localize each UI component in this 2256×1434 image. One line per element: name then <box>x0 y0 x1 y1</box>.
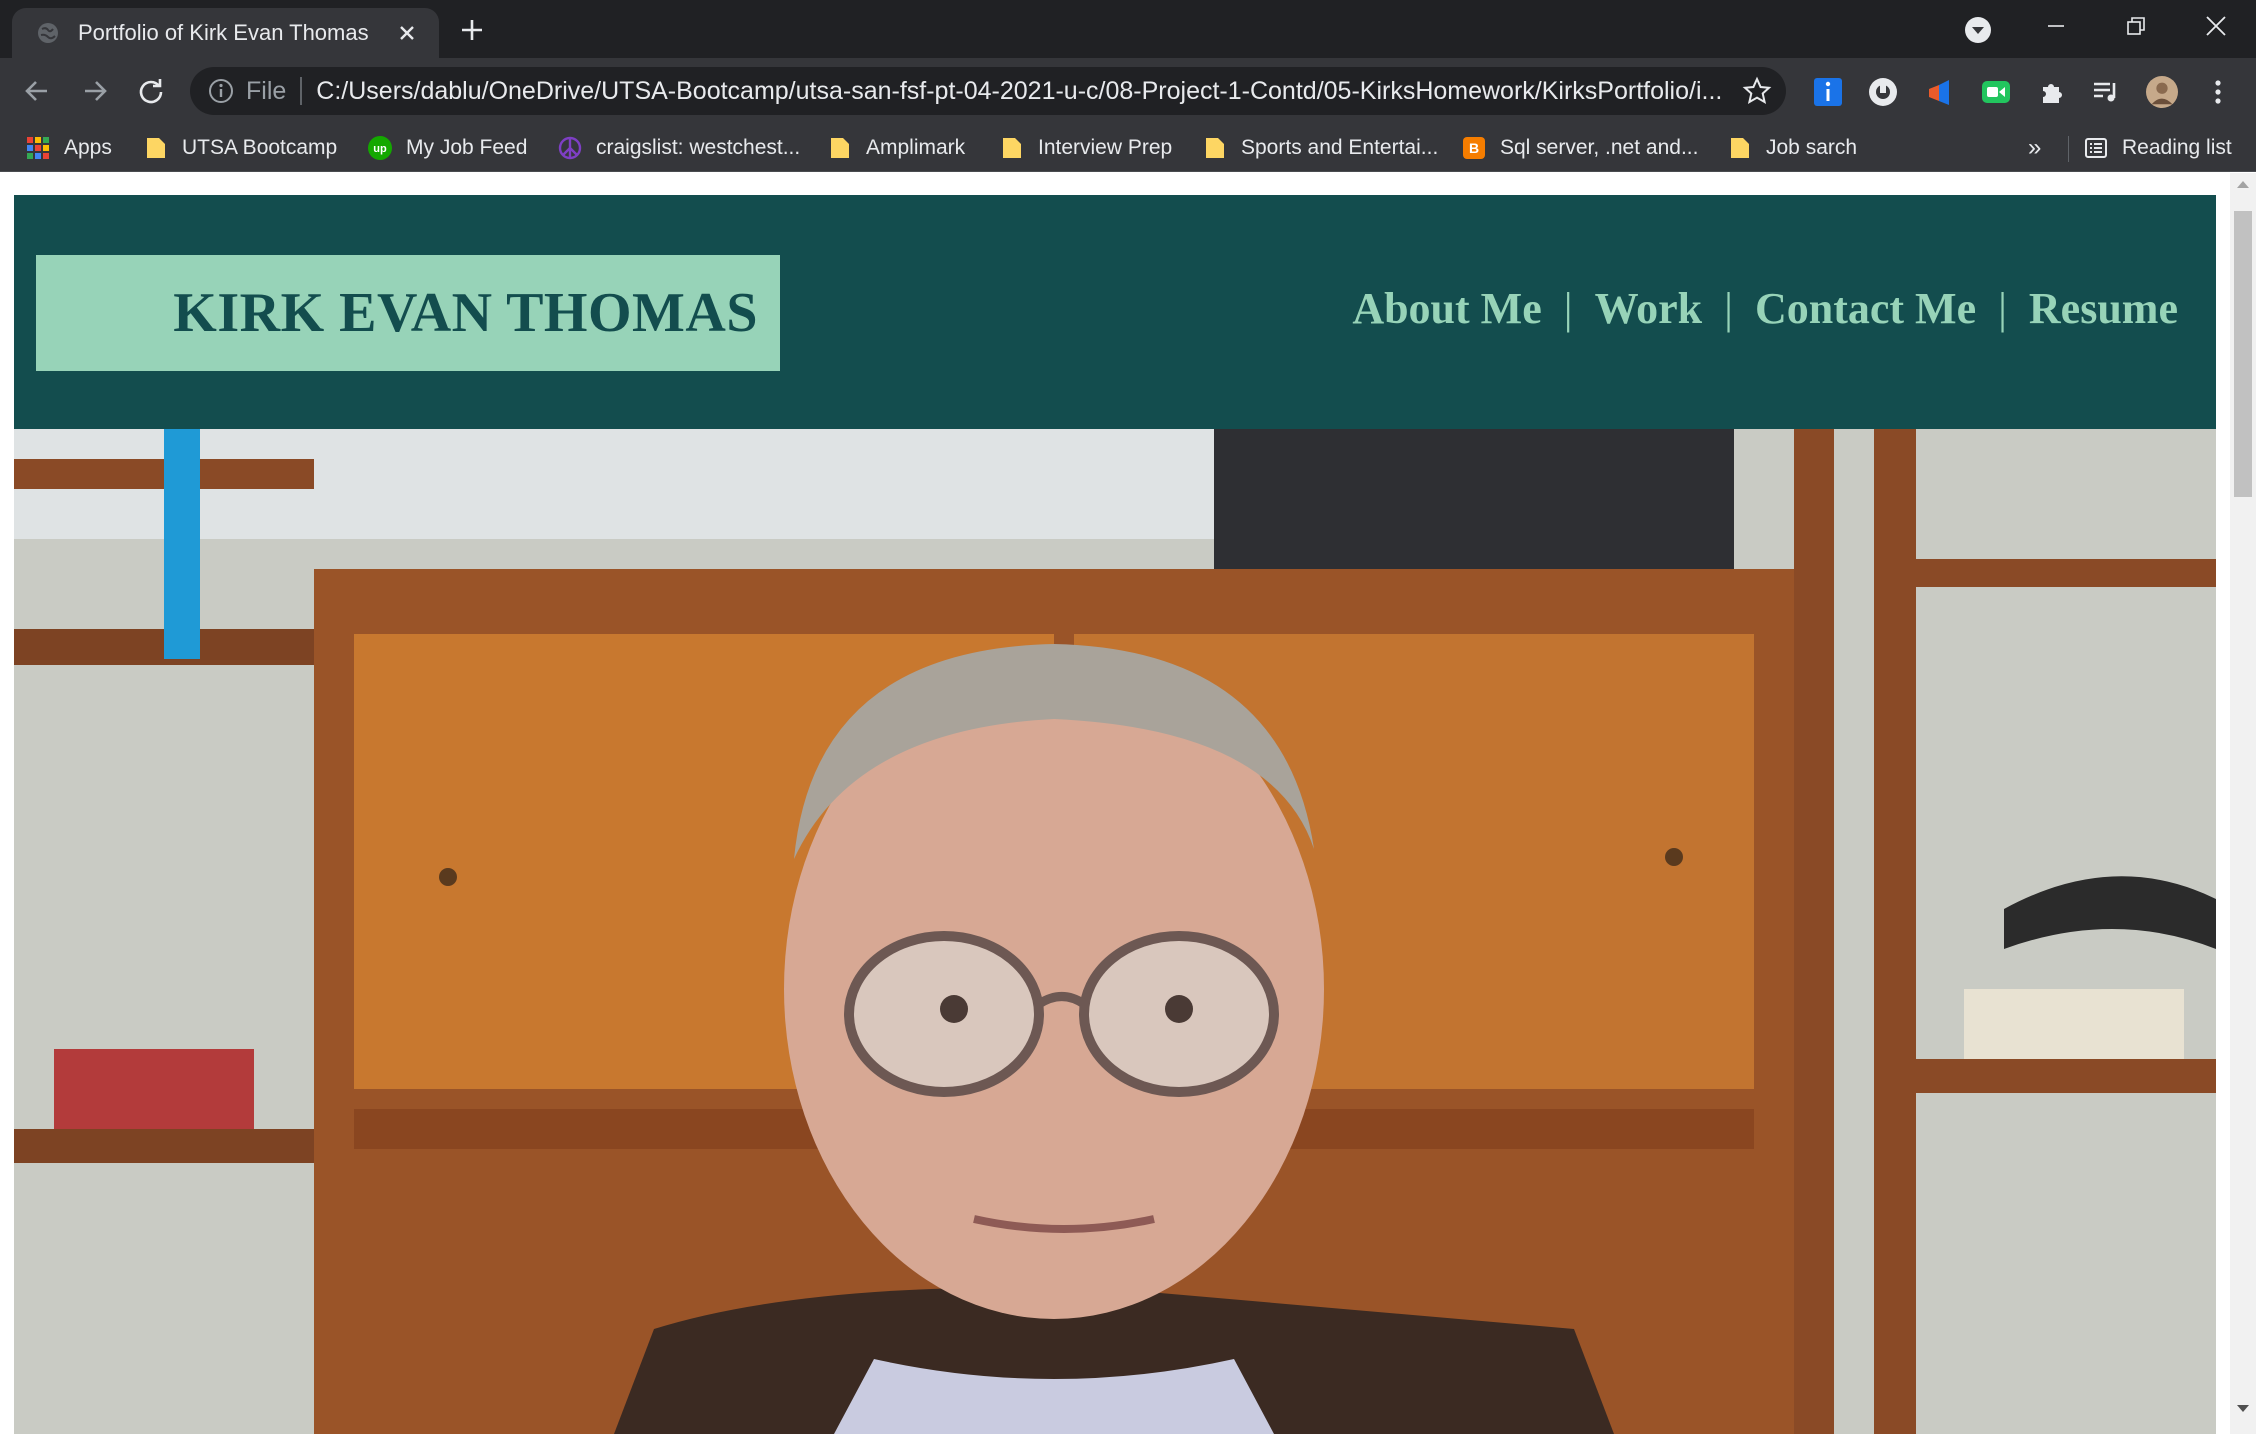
bookmark-craigslist[interactable]: craigslist: westchest... <box>558 132 800 164</box>
bookmark-sql-server[interactable]: B Sql server, .net and... <box>1462 132 1698 164</box>
tab-title: Portfolio of Kirk Evan Thomas <box>78 20 369 45</box>
bookmarks-divider <box>2068 136 2069 162</box>
globe-icon <box>38 23 58 43</box>
bookmark-label: Sports and Entertai... <box>1241 136 1439 159</box>
nav-about-me[interactable]: About Me <box>1352 283 1541 334</box>
media-queue-icon[interactable] <box>2090 76 2122 108</box>
address-bar[interactable]: File C:/Users/dablu/OneDrive/UTSA-Bootca… <box>190 67 1786 115</box>
tab-search-icon[interactable] <box>1964 16 1992 44</box>
hero-portrait-photo <box>14 429 2216 1434</box>
tab-strip: Portfolio of Kirk Evan Thomas <box>0 0 2256 58</box>
bookmark-utsa-bootcamp[interactable]: UTSA Bootcamp <box>144 132 337 164</box>
bookmark-label: Sql server, .net and... <box>1500 136 1699 159</box>
nav-separator: | <box>1724 284 1733 333</box>
reading-list-icon <box>2085 138 2107 158</box>
scroll-up-arrow-icon[interactable] <box>2230 179 2256 205</box>
close-window-icon[interactable] <box>2194 8 2238 44</box>
more-menu-icon[interactable] <box>2202 76 2234 108</box>
bookmark-interview-prep[interactable]: Interview Prep <box>1000 132 1172 164</box>
bookmark-label: UTSA Bootcamp <box>182 136 338 159</box>
browser-toolbar: File C:/Users/dablu/OneDrive/UTSA-Bootca… <box>0 58 2256 124</box>
folder-icon <box>1731 138 1749 158</box>
bookmark-star-icon[interactable] <box>1742 76 1772 106</box>
apps-grid-icon <box>27 137 49 159</box>
bookmark-sports[interactable]: Sports and Entertai... <box>1203 132 1438 164</box>
folder-icon <box>1206 138 1224 158</box>
craigslist-icon <box>558 136 582 160</box>
bookmarks-overflow-icon[interactable]: » <box>2028 134 2041 162</box>
bookmarks-bar: Apps UTSA Bootcamp up My Job Feed craigs… <box>0 124 2256 172</box>
upwork-icon: up <box>368 136 392 160</box>
bookmark-label: My Job Feed <box>406 136 528 159</box>
site-name-box: KIRK EVAN THOMAS <box>36 255 780 371</box>
restore-icon[interactable] <box>2114 8 2158 44</box>
privacy-extension-icon[interactable] <box>1867 76 1899 108</box>
address-divider <box>300 77 303 105</box>
folder-icon <box>1003 138 1021 158</box>
browser-tab[interactable]: Portfolio of Kirk Evan Thomas <box>12 8 439 58</box>
reading-list-label: Reading list <box>2122 136 2232 159</box>
minimize-icon[interactable] <box>2034 8 2078 44</box>
bookmark-my-job-feed[interactable]: up My Job Feed <box>368 132 527 164</box>
scrollbar-thumb[interactable] <box>2234 211 2252 497</box>
bookmark-amplimark[interactable]: Amplimark <box>828 132 965 164</box>
bookmark-label: Job sarch <box>1766 136 1858 159</box>
close-tab-icon[interactable] <box>393 19 421 47</box>
puzzle-extensions-icon[interactable] <box>2036 76 2068 108</box>
back-arrow-icon[interactable] <box>18 72 56 110</box>
reading-list-button[interactable]: Reading list <box>2084 132 2232 164</box>
info-icon[interactable] <box>208 78 234 104</box>
nav-contact-me[interactable]: Contact Me <box>1755 283 1976 334</box>
bookmark-label: Amplimark <box>866 136 966 159</box>
nav-work[interactable]: Work <box>1595 283 1703 334</box>
blogger-icon: B <box>1463 137 1485 159</box>
site-header: KIRK EVAN THOMAS About Me | Work | Conta… <box>14 195 2216 429</box>
folder-icon <box>147 138 165 158</box>
forward-arrow-icon[interactable] <box>76 72 114 110</box>
nav-resume[interactable]: Resume <box>2029 283 2178 334</box>
site-nav: About Me | Work | Contact Me | Resume <box>1352 283 2178 334</box>
portrait-photo-illustration <box>14 429 2216 1434</box>
folder-icon <box>831 138 849 158</box>
page-viewport: KIRK EVAN THOMAS About Me | Work | Conta… <box>0 173 2256 1434</box>
reload-icon[interactable] <box>132 72 170 110</box>
svg-text:up: up <box>373 143 387 155</box>
video-extension-icon[interactable] <box>1980 76 2012 108</box>
svg-text:B: B <box>1469 140 1479 156</box>
url-text[interactable]: C:/Users/dablu/OneDrive/UTSA-Bootcamp/ut… <box>316 77 1732 106</box>
bookmark-label: craigslist: westchest... <box>596 136 801 159</box>
bookmark-job-sarch[interactable]: Job sarch <box>1728 132 1857 164</box>
scroll-down-arrow-icon[interactable] <box>2230 1404 2256 1430</box>
bookmark-label: Interview Prep <box>1038 136 1173 159</box>
bookmark-label: Apps <box>64 136 112 159</box>
nav-separator: | <box>1563 284 1573 333</box>
info-extension-icon[interactable] <box>1812 76 1844 108</box>
megaphone-extension-icon[interactable] <box>1924 76 1956 108</box>
url-scheme-label: File <box>246 76 287 105</box>
new-tab-icon[interactable] <box>456 14 488 46</box>
bookmark-apps[interactable]: Apps <box>26 132 112 164</box>
site-name: KIRK EVAN THOMAS <box>173 282 758 344</box>
nav-separator: | <box>1998 284 2007 333</box>
page-scrollbar[interactable] <box>2230 173 2256 1434</box>
profile-avatar-icon[interactable] <box>2146 76 2178 108</box>
